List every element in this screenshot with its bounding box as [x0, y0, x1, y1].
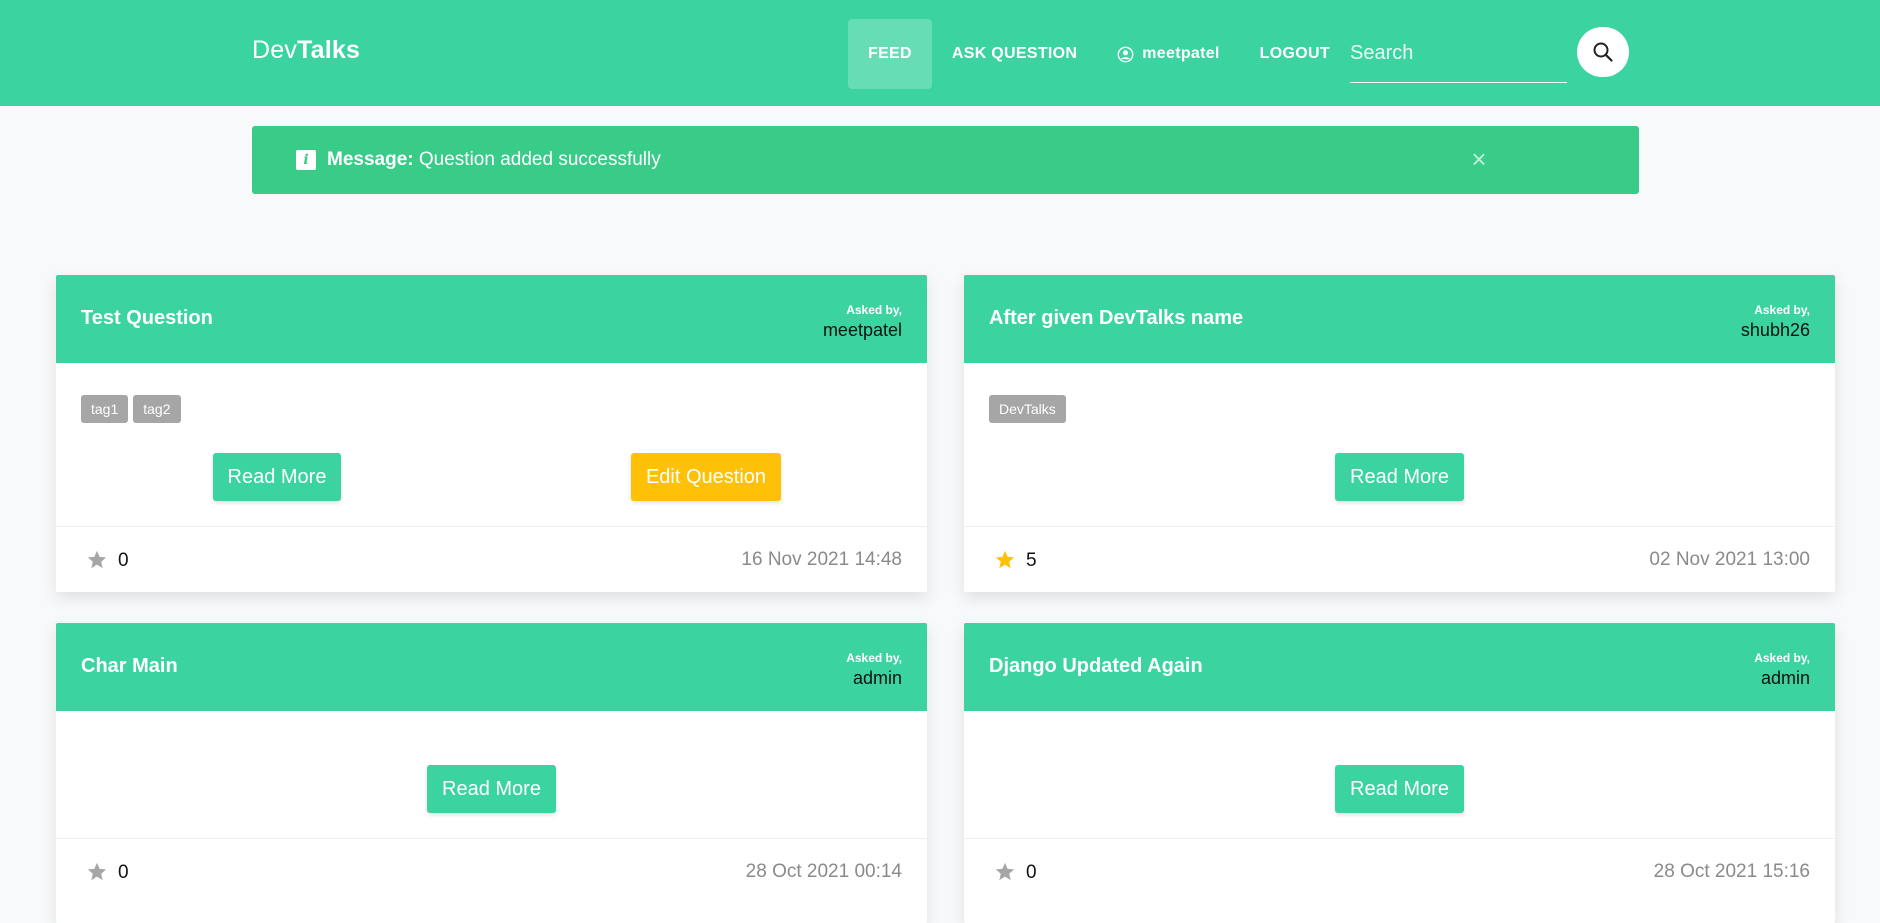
- asked-by-block: Asked by, admin: [846, 651, 902, 689]
- question-date: 16 Nov 2021 14:48: [741, 549, 902, 570]
- question-card: After given DevTalks name Asked by, shub…: [964, 275, 1835, 592]
- asked-by-label: Asked by,: [1754, 651, 1810, 665]
- star-icon[interactable]: [994, 861, 1016, 883]
- brand-text-dev: Dev: [252, 36, 298, 64]
- asked-by-label: Asked by,: [846, 303, 902, 317]
- card-header: Django Updated Again Asked by, admin: [964, 623, 1835, 711]
- star-count: 0: [1026, 862, 1037, 883]
- question-card: Test Question Asked by, meetpatel tag1 t…: [56, 275, 927, 592]
- card-header: Char Main Asked by, admin: [56, 623, 927, 711]
- brand-logo[interactable]: DevTalks: [252, 36, 360, 65]
- alert-label: Message:: [327, 149, 414, 170]
- close-icon[interactable]: ×: [1462, 142, 1496, 176]
- tag-list: tag1 tag2: [81, 395, 181, 423]
- read-more-button[interactable]: Read More: [1335, 765, 1464, 813]
- question-card: Django Updated Again Asked by, admin Rea…: [964, 623, 1835, 923]
- nav-feed-link[interactable]: FEED: [848, 19, 932, 89]
- question-title[interactable]: Char Main: [81, 655, 178, 678]
- nav-ask-question-link[interactable]: ASK QUESTION: [932, 19, 1097, 89]
- nav-logout-link[interactable]: LOGOUT: [1240, 19, 1350, 89]
- question-date: 28 Oct 2021 15:16: [1653, 861, 1810, 882]
- card-footer: 0 28 Oct 2021 00:14: [56, 838, 927, 905]
- question-date: 28 Oct 2021 00:14: [745, 861, 902, 882]
- question-title[interactable]: Test Question: [81, 307, 213, 330]
- card-header: Test Question Asked by, meetpatel: [56, 275, 927, 363]
- alert-text: Question added successfully: [413, 149, 661, 170]
- card-footer: 0 28 Oct 2021 15:16: [964, 838, 1835, 905]
- question-date: 02 Nov 2021 13:00: [1649, 549, 1810, 570]
- tag-list: DevTalks: [989, 395, 1066, 423]
- asked-by-block: Asked by, admin: [1754, 651, 1810, 689]
- tag[interactable]: tag1: [81, 395, 129, 423]
- search-button[interactable]: [1577, 27, 1629, 77]
- star-count: 5: [1026, 550, 1037, 571]
- nav-username: meetpatel: [1142, 45, 1220, 62]
- star-icon[interactable]: [86, 549, 108, 571]
- nav-links: FEED ASK QUESTION meetpatel LOGOUT: [848, 19, 1350, 89]
- star-count: 0: [118, 862, 129, 883]
- asked-by-user: admin: [852, 668, 902, 688]
- question-title[interactable]: After given DevTalks name: [989, 307, 1243, 330]
- asked-by-label: Asked by,: [846, 651, 902, 665]
- asked-by-label: Asked by,: [1754, 303, 1810, 317]
- asked-by-block: Asked by, meetpatel: [823, 303, 902, 341]
- card-header: After given DevTalks name Asked by, shub…: [964, 275, 1835, 363]
- user-circle-icon: [1117, 46, 1134, 62]
- asked-by-block: Asked by, shubh26: [1741, 303, 1810, 341]
- read-more-button[interactable]: Read More: [213, 453, 341, 501]
- brand-text-talks: Talks: [297, 36, 361, 64]
- nav-user-profile-link[interactable]: meetpatel: [1097, 19, 1239, 89]
- search-icon: [1593, 42, 1613, 62]
- asked-by-user: shubh26: [1740, 320, 1810, 340]
- tag[interactable]: DevTalks: [989, 395, 1066, 423]
- navbar: DevTalks FEED ASK QUESTION meetpatel LOG…: [0, 0, 1880, 106]
- question-title[interactable]: Django Updated Again: [989, 655, 1203, 678]
- asked-by-user: meetpatel: [822, 320, 902, 340]
- card-footer: 5 02 Nov 2021 13:00: [964, 526, 1835, 592]
- edit-question-button[interactable]: Edit Question: [631, 453, 781, 501]
- info-icon: i: [296, 150, 316, 170]
- card-footer: 0 16 Nov 2021 14:48: [56, 526, 927, 592]
- question-card: Char Main Asked by, admin Read More 0 28…: [56, 623, 927, 923]
- asked-by-user: admin: [1760, 668, 1810, 688]
- star-icon[interactable]: [994, 549, 1016, 571]
- search-field-wrapper: [1350, 34, 1567, 83]
- tag[interactable]: tag2: [133, 395, 181, 423]
- alert-message: Message: Question added successfully: [327, 149, 661, 171]
- star-icon[interactable]: [86, 861, 108, 883]
- star-count: 0: [118, 550, 129, 571]
- read-more-button[interactable]: Read More: [1335, 453, 1464, 501]
- search-input[interactable]: [1350, 34, 1567, 72]
- read-more-button[interactable]: Read More: [427, 765, 556, 813]
- success-alert: i Message: Question added successfully ×: [252, 126, 1639, 194]
